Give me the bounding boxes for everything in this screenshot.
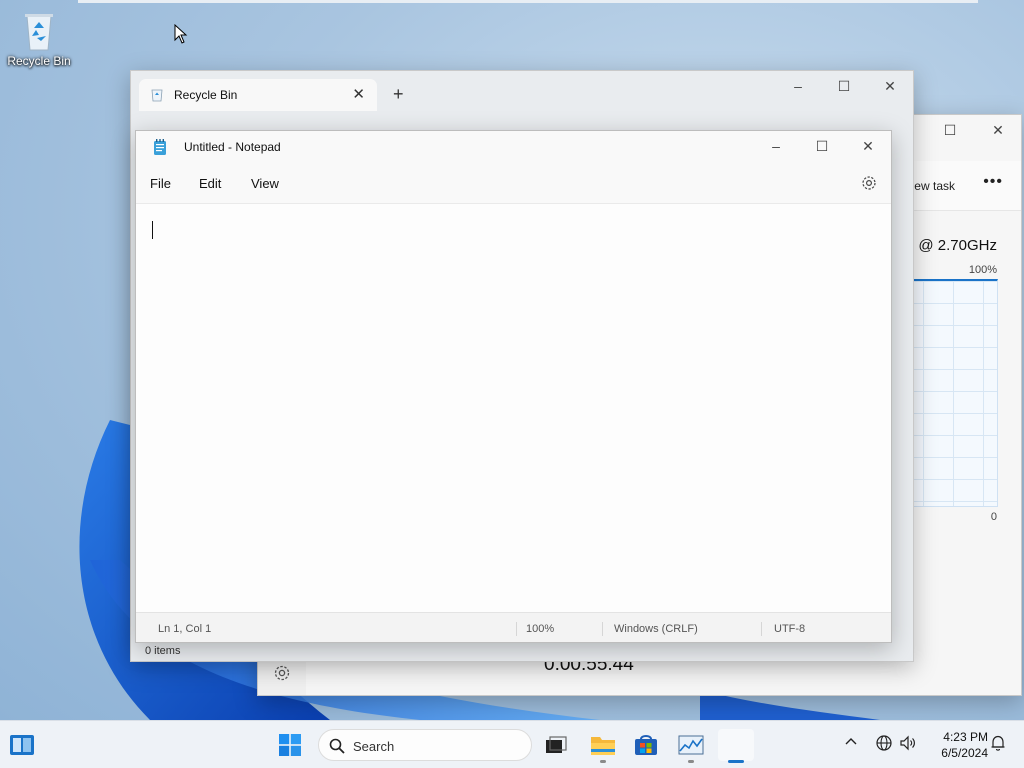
status-divider [761,622,762,636]
cpu-graph-max-label: 100% [968,264,997,276]
taskbar: Search 4:23 PM 6/5/2024 [0,720,1024,768]
menu-edit[interactable]: Edit [199,176,221,191]
zoom-level: 100% [526,623,555,635]
recycle-bin-icon [151,89,163,102]
notepad-status-bar: Ln 1, Col 1 100% Windows (CRLF) UTF-8 [136,612,891,642]
maximize-button[interactable]: ☐ [821,71,867,101]
line-ending: Windows (CRLF) [614,623,698,635]
minimize-button[interactable]: – [775,71,821,101]
top-edge-bar [78,0,978,3]
taskbar-search-box[interactable]: Search [318,729,532,761]
notification-bell-icon [991,735,1005,751]
window-title: Untitled - Notepad [184,140,281,154]
new-tab-button[interactable]: + [393,84,404,105]
taskbar-task-manager[interactable] [675,729,707,761]
notepad-icon [154,139,166,155]
tab-recycle-bin[interactable]: Recycle Bin ✕ [139,79,377,111]
settings-gear-icon[interactable] [272,663,292,683]
settings-gear-icon[interactable] [860,174,878,192]
tab-label: Recycle Bin [174,88,238,102]
close-tab-icon[interactable]: ✕ [352,85,365,103]
cursor-position: Ln 1, Col 1 [158,623,212,635]
close-button[interactable]: ✕ [975,115,1021,145]
store-icon [635,735,657,755]
show-hidden-icons-button[interactable] [845,734,857,749]
file-explorer-icon [591,737,615,755]
text-caret [152,221,153,239]
speaker-icon [900,735,915,751]
clock-date: 6/5/2024 [941,746,988,760]
close-button[interactable]: ✕ [845,131,891,161]
status-divider [516,622,517,636]
taskbar-task-view[interactable] [540,729,572,761]
menu-view[interactable]: View [251,176,279,191]
chevron-up-icon [845,738,857,745]
widgets-button[interactable] [6,729,38,761]
task-manager-icon [678,735,704,755]
text-editor[interactable] [136,203,891,612]
mouse-pointer-icon [174,24,188,44]
notepad-menu-bar [136,163,891,203]
minimize-button[interactable]: – [753,131,799,161]
task-view-icon [546,736,567,753]
recycle-bin-icon [25,14,53,51]
system-clock[interactable]: 4:23 PM 6/5/2024 [922,729,988,761]
more-options-button[interactable]: ••• [983,173,1003,191]
notepad-window: Untitled - Notepad – ☐ ✕ File Edit View … [135,130,892,643]
windows-start-icon [279,734,301,756]
notifications-button[interactable] [990,734,1006,755]
taskbar-file-explorer[interactable] [587,729,619,761]
item-count-status: 0 items [145,645,181,657]
close-button[interactable]: ✕ [867,71,913,101]
desktop-icon-label: Recycle Bin [7,54,71,68]
search-placeholder: Search [353,739,395,754]
notepad-icon [736,745,737,746]
clock-time: 4:23 PM [943,730,988,744]
maximize-button[interactable]: ☐ [927,115,973,145]
maximize-button[interactable]: ☐ [799,131,845,161]
widgets-icon [10,735,34,755]
volume-button[interactable] [899,734,917,755]
notepad-title-bar[interactable]: Untitled - Notepad – ☐ ✕ [136,131,891,163]
taskbar-notepad[interactable] [718,729,754,761]
status-divider [602,622,603,636]
desktop-icon-recycle-bin[interactable]: Recycle Bin [4,8,74,68]
search-icon [329,738,345,754]
menu-file[interactable]: File [150,176,171,191]
start-button[interactable] [274,729,306,761]
cpu-graph-min-label: 0 [990,511,997,523]
running-indicator [600,760,606,763]
network-button[interactable] [875,734,893,755]
encoding: UTF-8 [774,623,806,635]
taskbar-store[interactable] [630,729,662,761]
active-app-indicator [728,760,744,763]
running-indicator [688,760,694,763]
globe-network-icon [876,735,892,751]
